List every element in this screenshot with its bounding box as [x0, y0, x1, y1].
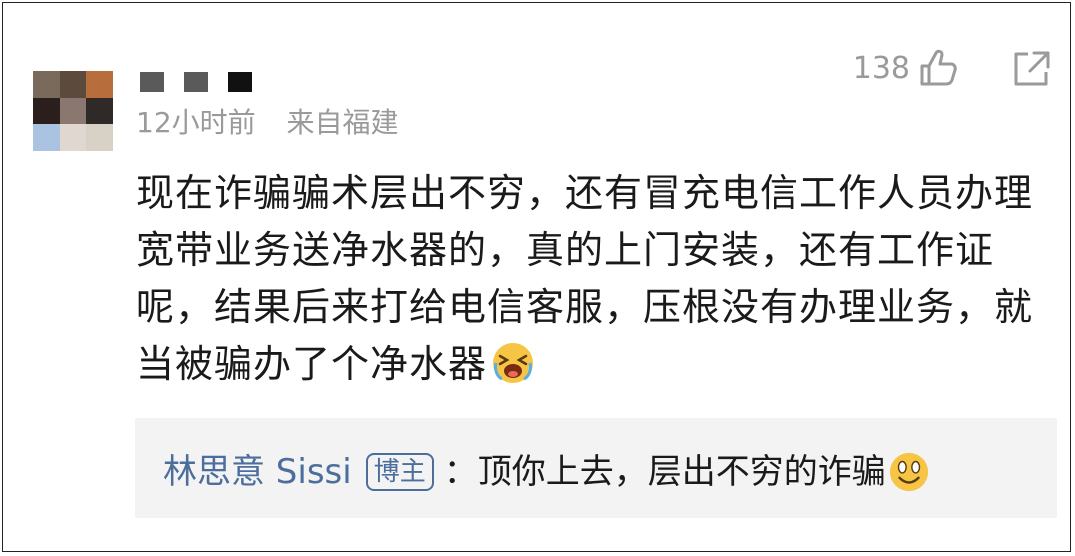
reply-line: 林思意 Sissi 博主 ：顶你上去，层出不穷的诈骗: [163, 450, 930, 494]
reply-author[interactable]: 林思意 Sissi: [163, 450, 352, 494]
comment-time: 12小时前: [136, 106, 256, 139]
avatar-pixel: [86, 97, 113, 125]
avatar-pixel: [59, 97, 87, 125]
avatar-pixel: [86, 71, 113, 98]
comment-meta: 12小时前 来自福建: [136, 101, 399, 141]
avatar-pixel: [59, 71, 87, 98]
avatar-pixel: [33, 71, 60, 98]
username-redacted[interactable]: [140, 72, 252, 94]
crying-emoji-icon: [493, 343, 534, 383]
avatar-pixel: [33, 97, 60, 125]
avatar-pixel: [33, 124, 60, 151]
reply-box[interactable]: 林思意 Sissi 博主 ：顶你上去，层出不穷的诈骗: [135, 418, 1057, 518]
avatar-pixel: [86, 124, 113, 151]
author-badge: 博主: [365, 453, 434, 491]
comment-text: 现在诈骗骗术层出不穷，还有冒充电信工作人员办理宽带业务送净水器的，真的上门安装，…: [136, 165, 1056, 393]
avatar[interactable]: [33, 71, 113, 151]
smiling-emoji-icon: [889, 452, 928, 492]
share-icon[interactable]: [1012, 50, 1052, 88]
avatar-pixel: [59, 124, 87, 151]
like-count: 138: [852, 51, 910, 86]
comment-location: 来自福建: [286, 106, 399, 139]
reply-text: ：顶你上去，层出不穷的诈骗: [443, 452, 886, 492]
comment-body: 现在诈骗骗术层出不穷，还有冒充电信工作人员办理宽带业务送净水器的，真的上门安装，…: [136, 171, 1034, 386]
thumbs-up-icon[interactable]: [918, 48, 960, 88]
